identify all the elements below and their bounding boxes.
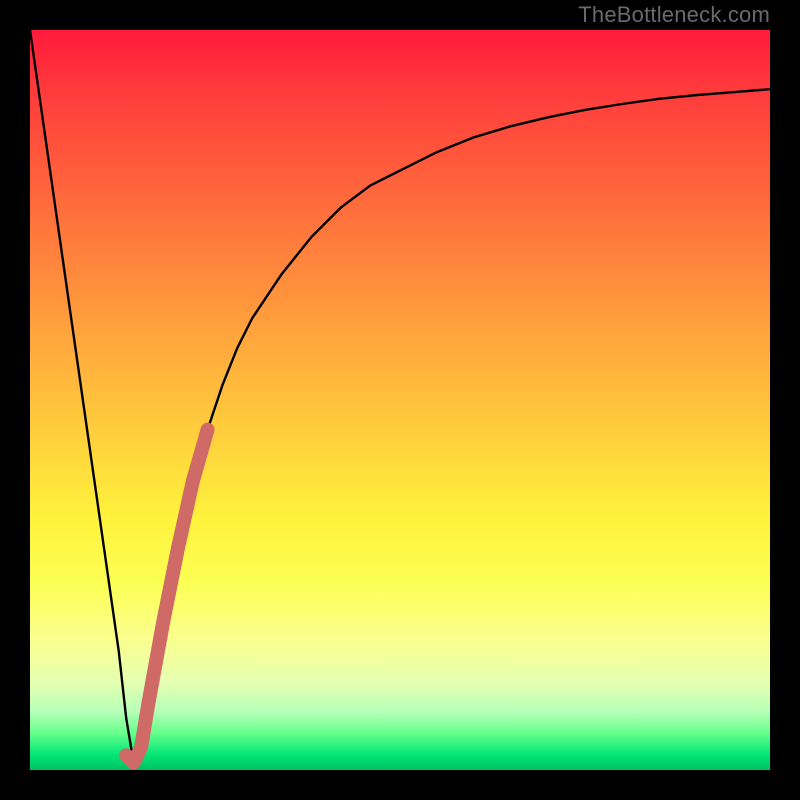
plot-area xyxy=(30,30,770,770)
highlight-segment xyxy=(126,430,207,763)
watermark-text: TheBottleneck.com xyxy=(578,2,770,28)
bottleneck-curve xyxy=(30,30,770,763)
curve-layer xyxy=(30,30,770,770)
chart-frame: TheBottleneck.com xyxy=(0,0,800,800)
